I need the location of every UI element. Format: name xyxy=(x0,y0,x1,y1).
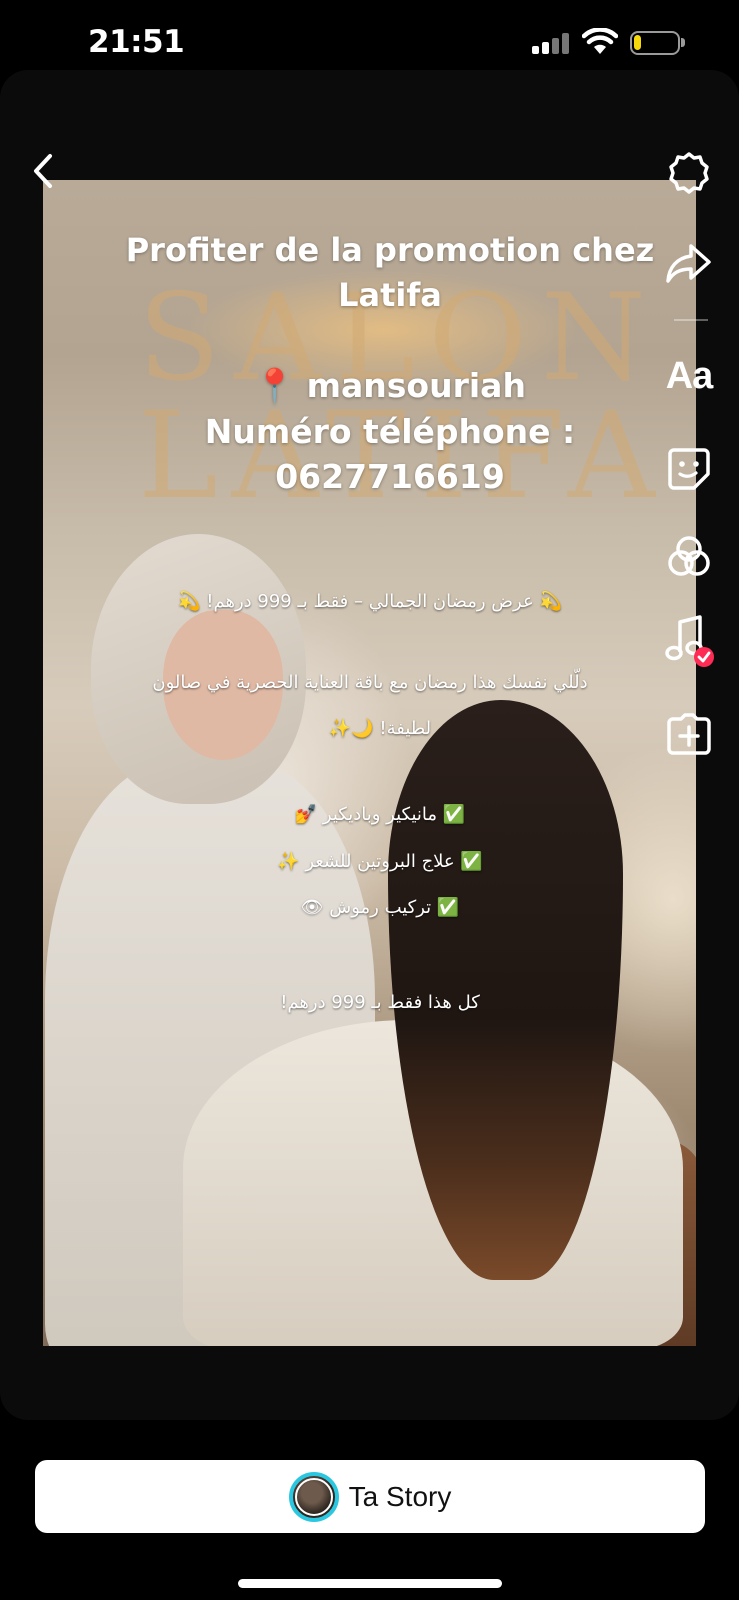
back-icon[interactable] xyxy=(24,146,64,196)
avatar xyxy=(288,1471,339,1522)
add-icon xyxy=(667,713,711,755)
story-title-text[interactable]: Profiter de la promotion chez Latifa xyxy=(100,228,680,318)
status-bar: 21:51 xyxy=(0,0,739,70)
music-button[interactable] xyxy=(660,612,718,670)
text-icon: Aa xyxy=(665,354,714,397)
story-button-label: Ta Story xyxy=(348,1480,452,1512)
story-offer-price[interactable]: كل هذا فقط بـ 999 درهم! xyxy=(240,988,520,1018)
music-icon xyxy=(665,615,714,667)
pin-icon: 📍 xyxy=(254,366,296,405)
tool-rail-divider xyxy=(674,319,708,321)
story-location-text[interactable]: 📍 mansouriah xyxy=(100,363,680,408)
settings-icon xyxy=(669,152,709,194)
story-offer-description-1[interactable]: دلّلي نفسك هذا رمضان مع باقة العناية الح… xyxy=(120,668,620,698)
story-service-lashes[interactable]: ✅ تركيب رموش 👁 xyxy=(270,893,490,923)
story-service-protein[interactable]: ✅ علاج البروتين للشعر ✨ xyxy=(250,847,510,877)
story-offer-headline[interactable]: 💫 عرض رمضان الجمالي – فقط بـ 999 درهم! 💫 xyxy=(150,587,590,617)
sticker-button[interactable] xyxy=(660,440,718,498)
battery-icon xyxy=(630,31,680,55)
home-indicator[interactable] xyxy=(238,1579,502,1588)
sticker-icon xyxy=(668,448,710,490)
wifi-icon xyxy=(582,28,618,54)
story-offer-description-2[interactable]: لطيفة! 🌙✨ xyxy=(250,714,510,744)
add-button[interactable] xyxy=(660,706,718,764)
text-tool-button[interactable]: Aa xyxy=(660,347,718,405)
story-canvas[interactable]: SALON LATIFA xyxy=(43,180,696,1346)
music-selected-badge xyxy=(694,647,714,667)
settings-button[interactable] xyxy=(660,146,718,204)
story-phone-number[interactable]: 0627716619 xyxy=(100,454,680,499)
cellular-signal-icon xyxy=(532,32,570,54)
effects-icon xyxy=(668,536,710,576)
story-service-manicure[interactable]: ✅ مانيكير وباديكير 💅 xyxy=(260,800,500,830)
battery-level xyxy=(634,35,641,50)
battery-tip xyxy=(681,38,685,47)
status-time: 21:51 xyxy=(88,24,185,60)
share-icon xyxy=(666,244,711,283)
share-button[interactable] xyxy=(660,234,718,292)
story-phone-label[interactable]: Numéro téléphone : xyxy=(100,409,680,454)
post-to-story-button[interactable]: Ta Story xyxy=(35,1460,705,1533)
effects-button[interactable] xyxy=(660,528,718,586)
